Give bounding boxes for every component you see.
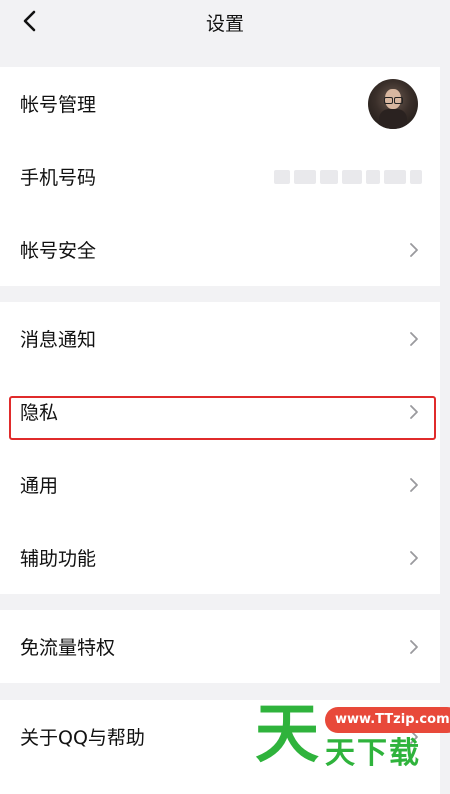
- watermark-url: www.TTzip.com: [325, 707, 450, 733]
- privacy-row[interactable]: 隐私: [0, 375, 440, 448]
- chevron-right-icon: [410, 331, 418, 346]
- account-management-row[interactable]: 帐号管理: [0, 67, 440, 140]
- data-free-group: 免流量特权: [0, 610, 440, 683]
- notifications-row[interactable]: 消息通知: [0, 302, 440, 375]
- site-watermark: 天 www.TTzip.com 天下载: [255, 698, 450, 773]
- row-label: 免流量特权: [20, 637, 116, 659]
- row-label: 隐私: [20, 402, 59, 424]
- nav-bar: 设置: [0, 0, 450, 44]
- row-label: 关于QQ与帮助: [20, 727, 145, 749]
- general-group: 消息通知 隐私 通用 辅助功能: [0, 302, 440, 594]
- watermark-big-char: 天: [255, 698, 319, 772]
- row-label: 手机号码: [20, 167, 97, 189]
- general-row[interactable]: 通用: [0, 448, 440, 521]
- accessibility-row[interactable]: 辅助功能: [0, 521, 440, 594]
- account-security-row[interactable]: 帐号安全: [0, 213, 440, 286]
- chevron-right-icon: [410, 550, 418, 565]
- row-label: 通用: [20, 475, 59, 497]
- avatar: [368, 78, 418, 129]
- row-label: 帐号安全: [20, 240, 97, 262]
- chevron-right-icon: [410, 242, 418, 257]
- chevron-right-icon: [410, 477, 418, 492]
- page-title: 设置: [205, 12, 244, 35]
- row-label: 帐号管理: [20, 94, 97, 116]
- data-free-privilege-row[interactable]: 免流量特权: [0, 610, 440, 683]
- chevron-right-icon: [410, 639, 418, 654]
- account-group: 帐号管理 手机号码 帐号安全: [0, 67, 440, 286]
- row-label: 辅助功能: [20, 548, 97, 570]
- back-icon: [23, 10, 36, 32]
- chevron-right-icon: [410, 404, 418, 419]
- phone-number-row[interactable]: 手机号码: [0, 140, 440, 213]
- back-button[interactable]: [14, 6, 44, 36]
- watermark-text: 天下载: [325, 736, 421, 771]
- masked-phone-value: [274, 169, 424, 185]
- row-label: 消息通知: [20, 329, 97, 351]
